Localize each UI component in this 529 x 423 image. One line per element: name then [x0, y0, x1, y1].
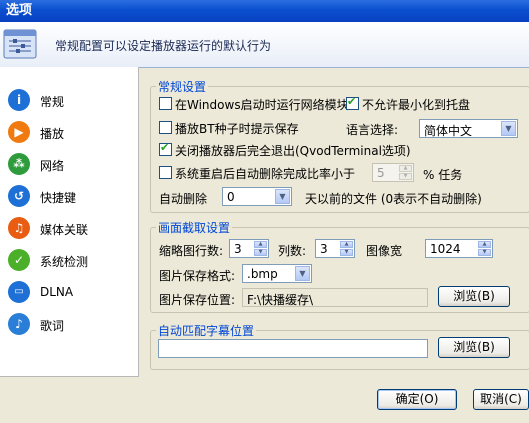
options-sidebar: i 常规 ▶ 播放 ⁂ 网络 ↺ 快捷键 ♫ 媒体关联 ✓ 系统检测 ▭ DLN…: [0, 67, 139, 377]
save-path-label: 图片保存位置:: [159, 293, 236, 307]
image-format-value: .bmp: [247, 267, 278, 281]
image-width-up-button[interactable]: ▲: [478, 241, 491, 248]
general-settings-title: 常规设置: [156, 78, 209, 95]
startup-network-checkbox[interactable]: [159, 97, 172, 110]
full-exit-checkbox[interactable]: [159, 141, 172, 156]
ratio-value: 5: [377, 166, 385, 180]
sidebar-item-label: DLNA: [40, 285, 74, 299]
sidebar-item-label: 网络: [40, 159, 65, 173]
auto-delete-ratio-label: 系统重启后自动删除完成比率小于: [175, 167, 356, 181]
settings-panel-icon: [3, 29, 37, 59]
sidebar-item-label: 媒体关联: [40, 223, 89, 237]
media-association-icon: ♫: [8, 217, 30, 239]
sidebar-item-dlna[interactable]: ▭ DLNA: [8, 281, 133, 305]
full-exit-label: 关闭播放器后完全退出(QvodTerminal选项): [175, 144, 411, 158]
title-bar: 选项: [0, 0, 529, 22]
sidebar-item-general[interactable]: i 常规: [8, 89, 133, 113]
no-minimize-tray-label: 不允许最小化到托盘: [362, 98, 471, 112]
header-description: 常规配置可以设定播放器运行的默认行为: [55, 39, 272, 53]
system-check-icon: ✓: [8, 249, 30, 271]
ratio-down-button[interactable]: ▼: [399, 173, 412, 180]
image-width-down-button[interactable]: ▼: [478, 249, 491, 256]
sidebar-item-media-association[interactable]: ♫ 媒体关联: [8, 217, 133, 241]
image-width-stepper[interactable]: 1024 ▲ ▼: [425, 239, 493, 258]
columns-label: 列数:: [278, 244, 307, 258]
info-icon: i: [8, 89, 30, 111]
sidebar-item-shortcuts[interactable]: ↺ 快捷键: [8, 185, 133, 209]
bt-save-prompt-checkbox[interactable]: [159, 121, 172, 134]
save-path-value: F:\快播缓存\: [247, 293, 314, 307]
thumb-rows-stepper[interactable]: 3 ▲ ▼: [229, 239, 269, 258]
sidebar-item-label: 快捷键: [40, 191, 77, 205]
subtitle-location-title: 自动匹配字幕位置: [156, 322, 257, 339]
columns-down-button[interactable]: ▼: [340, 249, 353, 256]
play-icon: ▶: [8, 121, 30, 143]
startup-network-label: 在Windows启动时运行网络模块: [175, 98, 349, 112]
columns-value: 3: [320, 242, 328, 256]
shortcut-icon: ↺: [8, 185, 30, 207]
lyrics-icon: ♪: [8, 313, 30, 335]
sidebar-item-playback[interactable]: ▶ 播放: [8, 121, 133, 145]
sidebar-item-label: 播放: [40, 127, 65, 141]
sidebar-item-network[interactable]: ⁂ 网络: [8, 153, 133, 177]
chevron-down-icon: ▼: [501, 121, 516, 136]
columns-stepper[interactable]: 3 ▲ ▼: [315, 239, 355, 258]
image-width-label: 图像宽: [366, 244, 403, 258]
image-format-select[interactable]: .bmp ▼: [242, 264, 312, 283]
thumb-rows-up-button[interactable]: ▲: [254, 241, 267, 248]
auto-delete-days-select[interactable]: 0 ▼: [222, 187, 292, 206]
ok-button[interactable]: 确定(O): [377, 389, 457, 410]
cancel-button[interactable]: 取消(C): [473, 389, 529, 410]
auto-delete-suffix: 天以前的文件 (0表示不自动删除): [305, 192, 482, 206]
capture-settings-title: 画面截取设置: [156, 219, 233, 236]
dlna-icon: ▭: [8, 281, 30, 303]
sidebar-item-lyrics[interactable]: ♪ 歌词: [8, 313, 133, 337]
network-icon: ⁂: [8, 153, 30, 175]
auto-delete-ratio-checkbox[interactable]: [159, 166, 172, 179]
thumb-rows-down-button[interactable]: ▼: [254, 249, 267, 256]
chevron-down-icon: ▼: [275, 189, 290, 204]
chevron-down-icon: ▼: [295, 266, 310, 281]
sidebar-item-label: 常规: [40, 95, 65, 109]
thumb-rows-value: 3: [234, 242, 242, 256]
image-width-value: 1024: [430, 242, 461, 256]
thumb-rows-label: 缩略图行数:: [159, 244, 224, 258]
window-title: 选项: [6, 3, 33, 18]
language-value: 简体中文: [424, 124, 473, 138]
bt-save-prompt-label: 播放BT种子时提示保存: [175, 122, 299, 136]
columns-up-button[interactable]: ▲: [340, 241, 353, 248]
sidebar-item-label: 系统检测: [40, 255, 89, 269]
options-header: 常规配置可以设定播放器运行的默认行为: [0, 22, 529, 68]
ratio-stepper[interactable]: 5 ▲ ▼: [372, 163, 414, 182]
no-minimize-tray-checkbox[interactable]: [346, 95, 359, 110]
subtitle-path-input[interactable]: [158, 339, 428, 358]
format-label: 图片保存格式:: [159, 269, 236, 283]
ratio-suffix: % 任务: [423, 168, 463, 182]
auto-delete-label: 自动删除: [159, 192, 208, 206]
browse-subtitle-button[interactable]: 浏览(B): [438, 337, 510, 358]
language-label: 语言选择:: [346, 123, 399, 137]
auto-delete-days-value: 0: [227, 190, 235, 204]
ratio-up-button[interactable]: ▲: [399, 165, 412, 172]
sidebar-item-label: 歌词: [40, 319, 65, 333]
browse-save-path-button[interactable]: 浏览(B): [438, 286, 510, 307]
save-path-field[interactable]: F:\快播缓存\: [242, 288, 428, 307]
sidebar-item-system-check[interactable]: ✓ 系统检测: [8, 249, 133, 273]
language-select[interactable]: 简体中文 ▼: [419, 119, 518, 138]
